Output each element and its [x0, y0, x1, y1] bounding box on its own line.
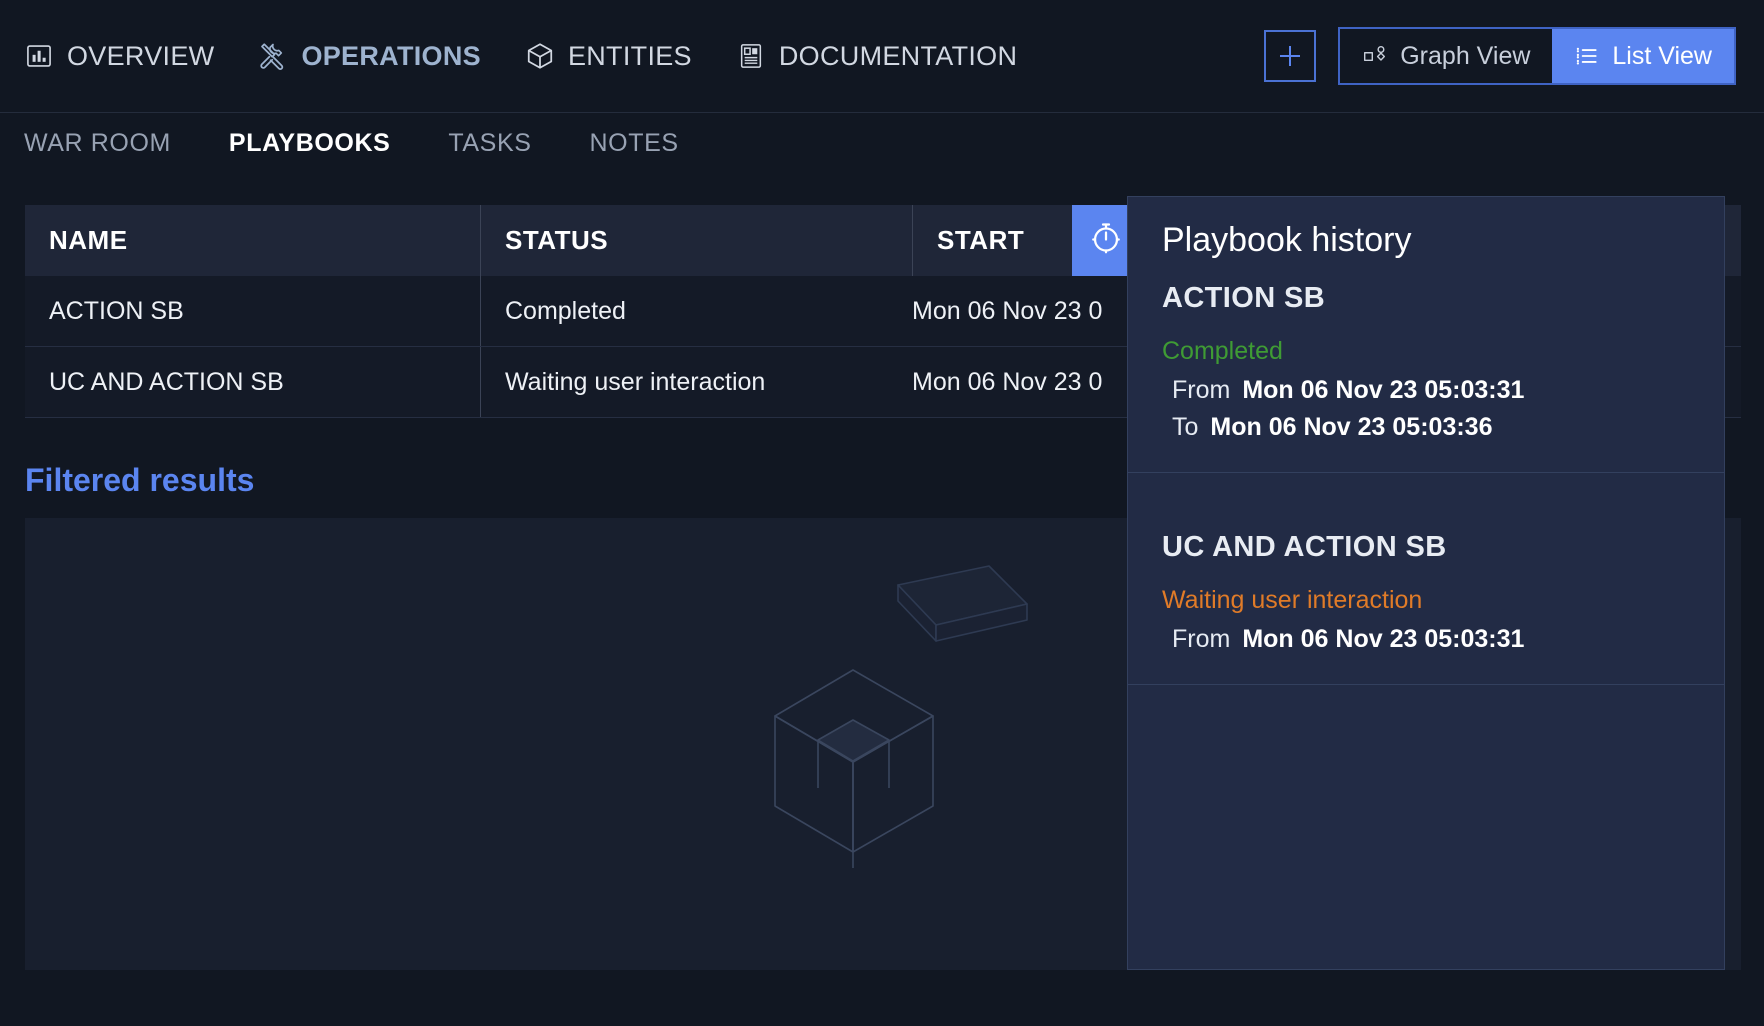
- column-header-name[interactable]: NAME: [25, 205, 480, 276]
- history-entry-from: From Mon 06 Nov 23 05:03:31: [1162, 621, 1690, 658]
- chart-bars-icon: [24, 41, 54, 71]
- tab-tasks[interactable]: TASKS: [448, 129, 531, 158]
- sub-tab-bar: WAR ROOM PLAYBOOKS TASKS NOTES: [0, 112, 1764, 174]
- list-view-button[interactable]: List View: [1552, 29, 1734, 83]
- cell-name: ACTION SB: [25, 276, 480, 346]
- cell-name: UC AND ACTION SB: [25, 347, 480, 417]
- history-entry-name: UC AND ACTION SB: [1162, 531, 1690, 564]
- open-box-icon: [765, 538, 1045, 873]
- history-entry: ACTION SB Completed From Mon 06 Nov 23 0…: [1128, 260, 1724, 472]
- to-value: Mon 06 Nov 23 05:03:36: [1210, 413, 1492, 442]
- add-button[interactable]: [1264, 30, 1316, 82]
- from-value: Mon 06 Nov 23 05:03:31: [1242, 376, 1524, 405]
- history-entry-status: Waiting user interaction: [1162, 586, 1690, 615]
- playbook-history-panel: Playbook history ACTION SB Completed Fro…: [1127, 196, 1725, 970]
- history-entry-from: From Mon 06 Nov 23 05:03:31: [1162, 372, 1690, 409]
- view-toggle-group: Graph View List View: [1338, 27, 1736, 85]
- tools-icon: [258, 41, 288, 71]
- graph-view-label: Graph View: [1400, 42, 1530, 71]
- history-entry: UC AND ACTION SB Waiting user interactio…: [1128, 473, 1724, 684]
- top-right-controls: Graph View List View: [1264, 0, 1736, 112]
- from-value: Mon 06 Nov 23 05:03:31: [1242, 625, 1524, 654]
- cube-icon: [525, 41, 555, 71]
- plus-icon: [1275, 41, 1305, 71]
- nav-item-overview[interactable]: OVERVIEW: [24, 41, 214, 72]
- graph-view-button[interactable]: Graph View: [1340, 29, 1552, 83]
- nav-item-entities-label: ENTITIES: [568, 41, 692, 72]
- nav-item-documentation[interactable]: DOCUMENTATION: [736, 41, 1017, 72]
- graph-icon: [1362, 43, 1388, 69]
- main-nav-items: OVERVIEW OPERATIONS: [0, 41, 1017, 72]
- tab-playbooks[interactable]: PLAYBOOKS: [229, 129, 390, 158]
- stopwatch-icon: [1088, 220, 1124, 261]
- filtered-results-title: Filtered results: [25, 462, 254, 499]
- nav-item-operations-label: OPERATIONS: [301, 41, 481, 72]
- cell-status: Waiting user interaction: [480, 347, 912, 417]
- tab-notes[interactable]: NOTES: [590, 129, 679, 158]
- document-icon: [736, 41, 766, 71]
- panel-title: Playbook history: [1128, 197, 1724, 260]
- column-header-status[interactable]: STATUS: [480, 205, 912, 276]
- app-root: OVERVIEW OPERATIONS: [0, 0, 1764, 1026]
- history-entry-to: To Mon 06 Nov 23 05:03:36: [1162, 409, 1690, 446]
- history-entry-name: ACTION SB: [1162, 282, 1690, 315]
- to-label: To: [1172, 413, 1198, 442]
- from-label: From: [1172, 625, 1230, 654]
- list-icon: [1574, 43, 1600, 69]
- cell-status: Completed: [480, 276, 912, 346]
- nav-item-operations[interactable]: OPERATIONS: [258, 41, 481, 72]
- nav-item-documentation-label: DOCUMENTATION: [779, 41, 1017, 72]
- list-view-label: List View: [1612, 42, 1712, 71]
- top-navigation-bar: OVERVIEW OPERATIONS: [0, 0, 1764, 112]
- history-entry-status: Completed: [1162, 337, 1690, 366]
- from-label: From: [1172, 376, 1230, 405]
- panel-divider: [1128, 684, 1724, 685]
- column-header-start[interactable]: START: [912, 205, 1072, 276]
- nav-item-entities[interactable]: ENTITIES: [525, 41, 692, 72]
- nav-item-overview-label: OVERVIEW: [67, 41, 214, 72]
- tab-war-room[interactable]: WAR ROOM: [24, 129, 171, 158]
